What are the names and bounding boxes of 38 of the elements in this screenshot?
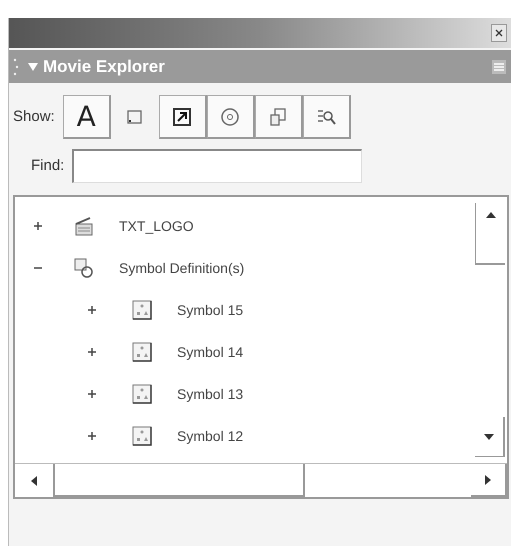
clapper-icon — [73, 215, 95, 237]
scroll-thumb[interactable] — [55, 464, 305, 497]
tree-item-label[interactable]: Symbol 13 — [177, 384, 244, 404]
arrow-box-icon — [171, 106, 194, 128]
tree-item-label[interactable]: Symbol 14 — [177, 342, 244, 362]
show-label: Show: — [13, 106, 55, 127]
tree-item-label[interactable]: Symbol 15 — [177, 300, 244, 320]
horizontal-scrollbar[interactable] — [15, 463, 507, 497]
symbol-icon — [131, 341, 153, 363]
disc-icon — [219, 106, 242, 128]
filter-toggle[interactable] — [302, 95, 351, 139]
tree-item-label[interactable]: Symbol Definition(s) — [119, 258, 244, 278]
scroll-right-button[interactable] — [471, 464, 507, 497]
filter-toggle[interactable]: A — [62, 95, 111, 139]
vertical-scrollbar[interactable] — [475, 203, 505, 265]
tree-item-label[interactable]: Symbol 12 — [177, 426, 244, 446]
symbol-icon — [131, 425, 153, 447]
expand-icon[interactable] — [87, 389, 97, 399]
symbol-icon — [131, 299, 153, 321]
filter-toggle[interactable] — [206, 95, 255, 139]
expand-icon[interactable] — [87, 347, 97, 357]
find-label: Find: — [31, 156, 64, 176]
filter-toggle[interactable] — [158, 95, 207, 139]
find-field[interactable] — [72, 149, 362, 183]
filter-toggle[interactable] — [254, 95, 303, 139]
symbol-icon — [131, 383, 153, 405]
tree-item-label[interactable]: TXT_LOGO — [119, 216, 194, 236]
expand-icon[interactable] — [87, 305, 97, 315]
grip-icon[interactable] — [13, 56, 19, 76]
scroll-up-icon[interactable] — [484, 211, 496, 219]
scroll-right-icon — [484, 474, 492, 486]
options-menu-icon[interactable] — [491, 58, 507, 74]
scroll-left-icon — [30, 474, 38, 486]
expand-icon[interactable] — [33, 221, 43, 231]
shapes-icon — [73, 257, 95, 279]
expand-icon[interactable] — [87, 431, 97, 441]
close-icon[interactable] — [491, 24, 507, 42]
scroll-down-icon — [483, 432, 495, 440]
